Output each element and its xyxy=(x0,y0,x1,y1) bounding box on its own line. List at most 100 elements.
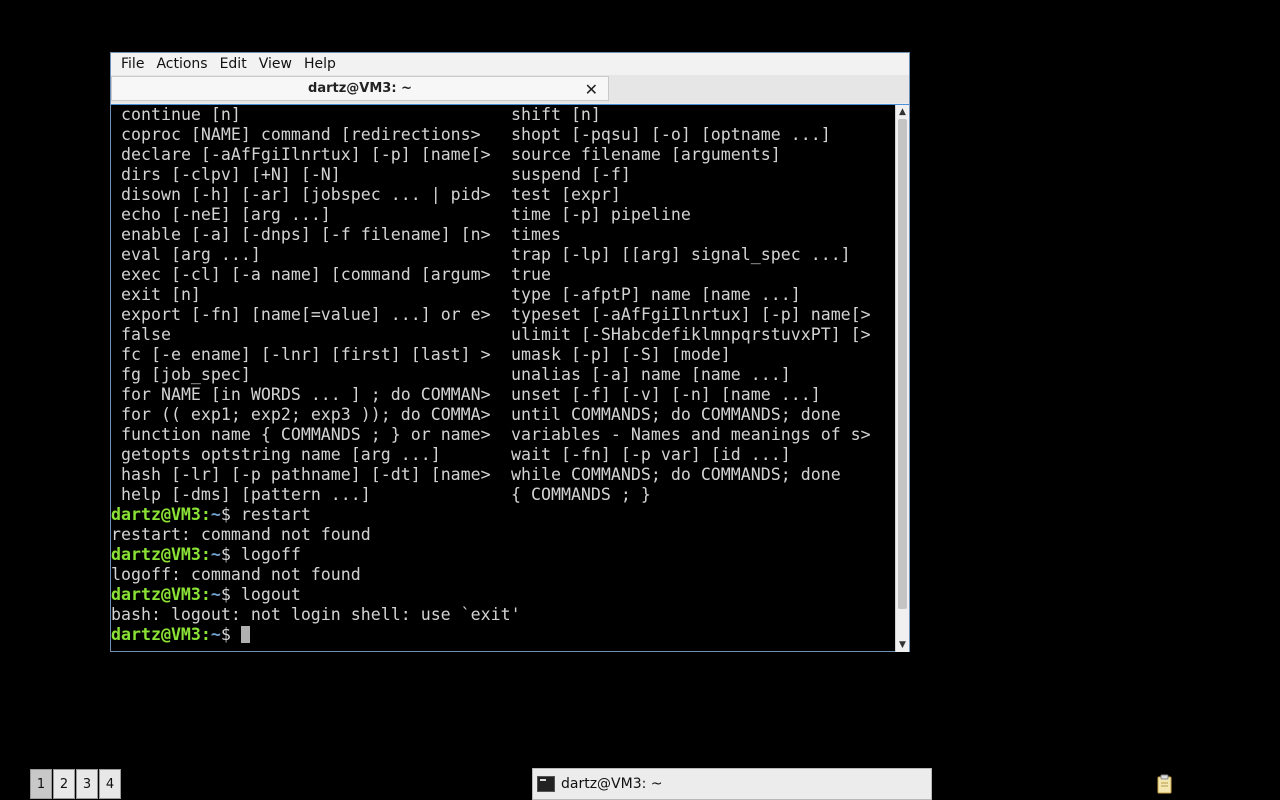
prompt-line: dartz@VM3:~$ logout xyxy=(111,585,895,605)
help-entry-right: trap [-lp] [[arg] signal_spec ...] xyxy=(511,245,851,264)
prompt-user-host: dartz@VM3 xyxy=(111,505,201,524)
help-row: for (( exp1; exp2; exp3 )); do COMMA> unt… xyxy=(111,405,895,425)
help-entry-right: while COMMANDS; do COMMANDS; done xyxy=(511,465,841,484)
help-row: help [-dms] [pattern ...] { COMMANDS ; } xyxy=(111,485,895,505)
prompt-symbol: $ xyxy=(220,505,241,524)
workspace-1-button[interactable]: 1 xyxy=(30,769,52,799)
help-row: fg [job_spec] unalias [-a] name [name ...… xyxy=(111,365,895,385)
scroll-up-icon[interactable]: ▲ xyxy=(896,106,909,118)
prompt-symbol: $ xyxy=(220,585,241,604)
help-row: declare [-aAfFgiIlnrtux] [-p] [name[> sou… xyxy=(111,145,895,165)
clipboard-icon[interactable] xyxy=(1156,774,1174,794)
help-entry-left: fg [job_spec] xyxy=(121,365,251,384)
help-entry-left: help [-dms] [pattern ...] xyxy=(121,485,371,504)
scrollbar[interactable]: ▲ ▼ xyxy=(895,105,909,652)
menu-edit[interactable]: Edit xyxy=(214,56,253,72)
prompt-directory: ~ xyxy=(210,625,221,644)
menu-view[interactable]: View xyxy=(253,56,298,72)
help-entry-left: eval [arg ...] xyxy=(121,245,261,264)
prompt-user-host: dartz@VM3 xyxy=(111,585,201,604)
help-row: disown [-h] [-ar] [jobspec ... | pid> tes… xyxy=(111,185,895,205)
command-text: restart xyxy=(240,505,311,524)
help-entry-left: disown [-h] [-ar] [jobspec ... | pid> xyxy=(121,185,491,204)
prompt-line: dartz@VM3:~$ restart xyxy=(111,505,895,525)
prompt-symbol: $ xyxy=(220,625,241,644)
help-row: enable [-a] [-dnps] [-f filename] [n> tim… xyxy=(111,225,895,245)
help-row: export [-fn] [name[=value] ...] or e> typ… xyxy=(111,305,895,325)
help-entry-right: true xyxy=(511,265,551,284)
help-entry-left: echo [-neE] [arg ...] xyxy=(121,205,331,224)
task-title: dartz@VM3: ~ xyxy=(561,776,663,792)
help-row: echo [-neE] [arg ...] time [-p] pipeline xyxy=(111,205,895,225)
menubar: File Actions Edit View Help xyxy=(111,53,909,75)
help-row: eval [arg ...] trap [-lp] [[arg] signal_s… xyxy=(111,245,895,265)
help-entry-right: test [expr] xyxy=(511,185,621,204)
help-entry-left: export [-fn] [name[=value] ...] or e> xyxy=(121,305,491,324)
taskbar: 1 2 3 4 dartz@VM3: ~ xyxy=(0,766,1280,800)
help-entry-left: function name { COMMANDS ; } or name> xyxy=(121,425,491,444)
prompt-line: dartz@VM3:~$ xyxy=(111,625,895,645)
help-entry-left: for NAME [in WORDS ... ] ; do COMMAN> xyxy=(121,385,491,404)
command-output: bash: logout: not login shell: use `exit… xyxy=(111,605,521,624)
prompt-line: dartz@VM3:~$ logoff xyxy=(111,545,895,565)
terminal-output[interactable]: continue [n] shift [n] coproc [NAME] comma… xyxy=(111,105,895,652)
workspace-3-button[interactable]: 3 xyxy=(76,769,98,799)
help-entry-right: variables - Names and meanings of s> xyxy=(511,425,871,444)
command-output: restart: command not found xyxy=(111,525,371,544)
menu-actions[interactable]: Actions xyxy=(150,56,213,72)
help-entry-right: typeset [-aAfFgiIlnrtux] [-p] name[> xyxy=(511,305,871,324)
help-entry-left: coproc [NAME] command [redirections> xyxy=(121,125,481,144)
help-row: for NAME [in WORDS ... ] ; do COMMAN> uns… xyxy=(111,385,895,405)
help-entry-right: times xyxy=(511,225,561,244)
close-icon[interactable]: ✕ xyxy=(585,80,598,99)
prompt-directory: ~ xyxy=(210,505,221,524)
help-row: coproc [NAME] command [redirections> shop… xyxy=(111,125,895,145)
help-entry-right: { COMMANDS ; } xyxy=(511,485,651,504)
help-entry-right: umask [-p] [-S] [mode] xyxy=(511,345,731,364)
help-entry-left: getopts optstring name [arg ...] xyxy=(121,445,441,464)
help-entry-right: wait [-fn] [-p var] [id ...] xyxy=(511,445,791,464)
help-row: function name { COMMANDS ; } or name> var… xyxy=(111,425,895,445)
help-row: exit [n] type [-afptP] name [name ...] xyxy=(111,285,895,305)
help-row: getopts optstring name [arg ...] wait [-f… xyxy=(111,445,895,465)
command-output: logoff: command not found xyxy=(111,565,361,584)
workspace-2-button[interactable]: 2 xyxy=(53,769,75,799)
prompt-user-host: dartz@VM3 xyxy=(111,625,201,644)
help-row: fc [-e ename] [-lnr] [first] [last] > uma… xyxy=(111,345,895,365)
prompt-symbol: $ xyxy=(220,545,241,564)
help-entry-left: hash [-lr] [-p pathname] [-dt] [name> xyxy=(121,465,491,484)
help-entry-right: unalias [-a] name [name ...] xyxy=(511,365,791,384)
prompt-directory: ~ xyxy=(210,545,221,564)
help-entry-right: shopt [-pqsu] [-o] [optname ...] xyxy=(511,125,831,144)
help-entry-right: suspend [-f] xyxy=(511,165,631,184)
terminal-area[interactable]: continue [n] shift [n] coproc [NAME] comma… xyxy=(111,104,909,652)
help-entry-left: exec [-cl] [-a name] [command [argum> xyxy=(121,265,491,284)
workspace-4-button[interactable]: 4 xyxy=(99,769,121,799)
help-entry-left: exit [n] xyxy=(121,285,201,304)
prompt-separator: : xyxy=(200,625,211,644)
taskbar-terminal-button[interactable]: dartz@VM3: ~ xyxy=(532,768,932,800)
menu-file[interactable]: File xyxy=(115,56,150,72)
help-entry-right: shift [n] xyxy=(511,105,601,124)
prompt-user-host: dartz@VM3 xyxy=(111,545,201,564)
terminal-icon xyxy=(537,776,555,792)
help-entry-right: time [-p] pipeline xyxy=(511,205,691,224)
command-text: logoff xyxy=(240,545,301,564)
tab-bar: dartz@VM3: ~ ✕ xyxy=(111,75,909,103)
scroll-down-icon[interactable]: ▼ xyxy=(896,639,909,651)
prompt-separator: : xyxy=(200,505,211,524)
terminal-tab[interactable]: dartz@VM3: ~ ✕ xyxy=(111,76,609,101)
scroll-thumb[interactable] xyxy=(898,119,907,609)
help-entry-right: until COMMANDS; do COMMANDS; done xyxy=(511,405,841,424)
prompt-separator: : xyxy=(200,585,211,604)
help-row: dirs [-clpv] [+N] [-N] suspend [-f] xyxy=(111,165,895,185)
help-entry-right: ulimit [-SHabcdefiklmnpqrstuvxPT] [> xyxy=(511,325,871,344)
menu-help[interactable]: Help xyxy=(298,56,342,72)
help-row: false ulimit [-SHabcdefiklmnpqrstuvxPT] [… xyxy=(111,325,895,345)
help-row: continue [n] shift [n] xyxy=(111,105,895,125)
help-entry-left: declare [-aAfFgiIlnrtux] [-p] [name[> xyxy=(121,145,491,164)
terminal-window: File Actions Edit View Help dartz@VM3: ~… xyxy=(110,52,910,652)
tab-title: dartz@VM3: ~ xyxy=(308,81,412,96)
help-entry-right: type [-afptP] name [name ...] xyxy=(511,285,801,304)
help-entry-left: false xyxy=(121,325,171,344)
